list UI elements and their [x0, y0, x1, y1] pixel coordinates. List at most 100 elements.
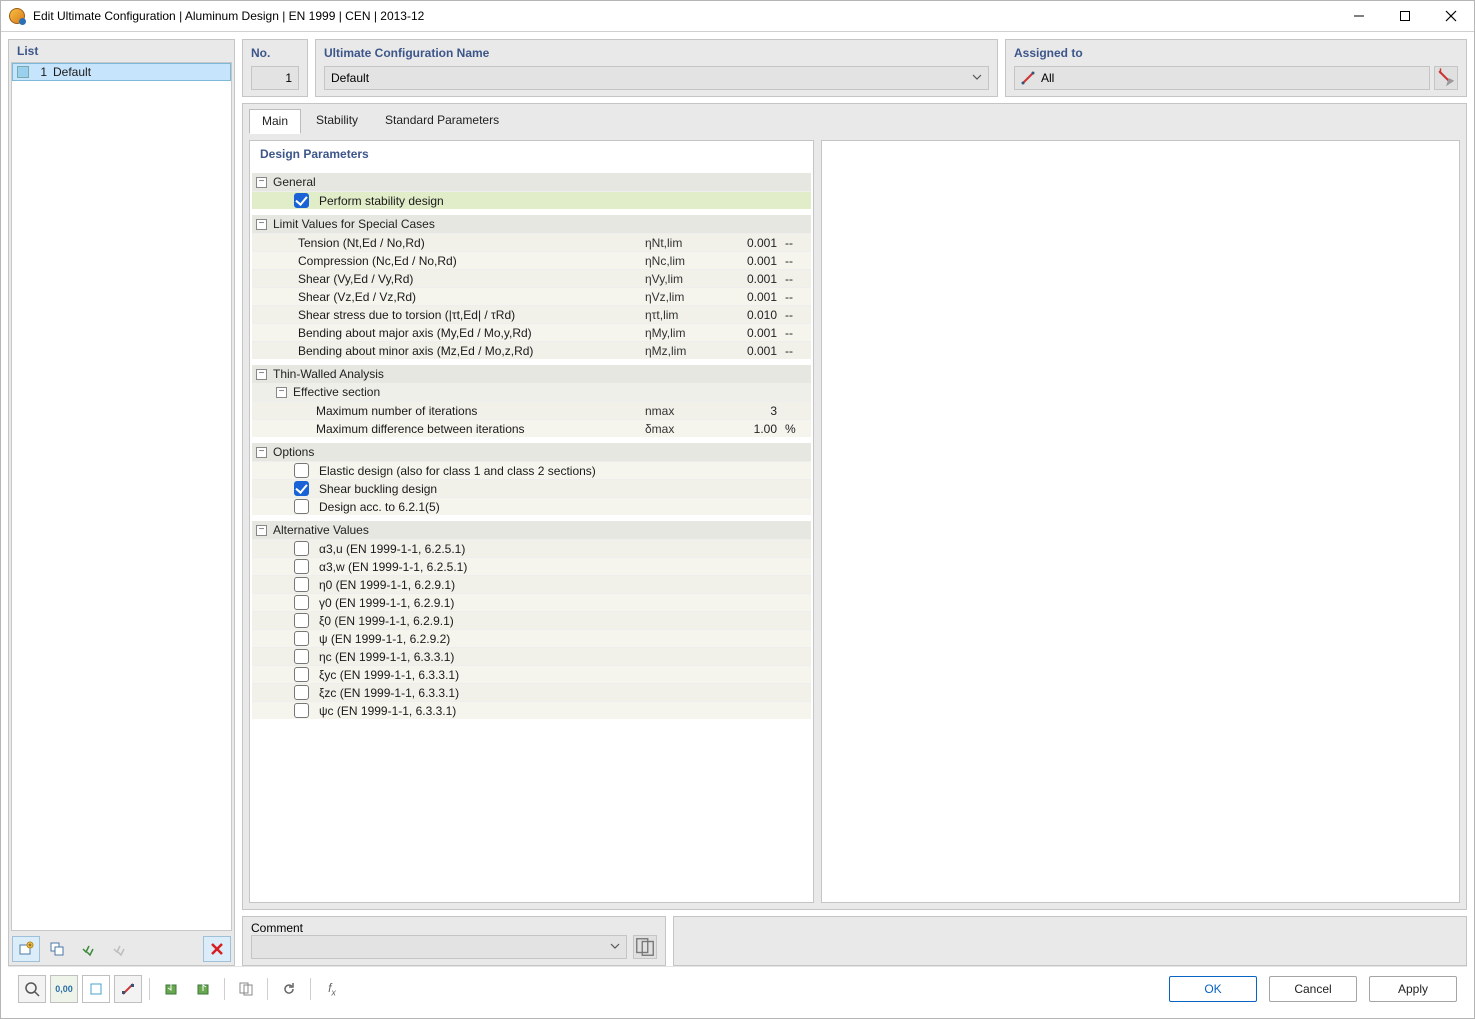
- limit-row[interactable]: Bending about major axis (My,Ed / Mo,y,R…: [252, 323, 811, 341]
- apply-button[interactable]: Apply: [1369, 976, 1457, 1002]
- checkbox-6215[interactable]: [294, 499, 309, 514]
- checkbox-alt[interactable]: [294, 649, 309, 664]
- function-button[interactable]: fx: [318, 975, 346, 1003]
- limit-symbol: ηMz,lim: [645, 344, 721, 358]
- limit-value[interactable]: 0.010: [721, 308, 781, 322]
- uncheck-button[interactable]: [105, 936, 133, 962]
- members-button[interactable]: [114, 975, 142, 1003]
- alt-row[interactable]: γ0 (EN 1999-1-1, 6.2.9.1): [252, 593, 811, 611]
- thin-value[interactable]: 3: [721, 404, 781, 418]
- config-list[interactable]: 1 Default: [11, 62, 232, 931]
- limit-row[interactable]: Tension (Nt,Ed / No,Rd)ηNt,lim0.001--: [252, 233, 811, 251]
- group-options-header[interactable]: − Options: [252, 443, 811, 461]
- limit-label: Shear (Vy,Ed / Vy,Rd): [294, 272, 645, 286]
- group-alt-header[interactable]: − Alternative Values: [252, 521, 811, 539]
- chevron-down-icon: [610, 940, 620, 954]
- limit-value[interactable]: 0.001: [721, 326, 781, 340]
- comment-edit-button[interactable]: [633, 935, 657, 959]
- limit-value[interactable]: 0.001: [721, 290, 781, 304]
- group-general-header[interactable]: − General: [252, 173, 811, 191]
- row-perform-stability[interactable]: Perform stability design: [252, 191, 811, 209]
- alt-row[interactable]: α3,w (EN 1999-1-1, 6.2.5.1): [252, 557, 811, 575]
- checkbox-elastic[interactable]: [294, 463, 309, 478]
- new-item-button[interactable]: [12, 936, 40, 962]
- list-item[interactable]: 1 Default: [12, 63, 231, 81]
- alt-row[interactable]: ψ (EN 1999-1-1, 6.2.9.2): [252, 629, 811, 647]
- alt-row[interactable]: α3,u (EN 1999-1-1, 6.2.5.1): [252, 539, 811, 557]
- row-shear-buckling[interactable]: Shear buckling design: [252, 479, 811, 497]
- comment-select[interactable]: [251, 935, 627, 959]
- group-limits-header[interactable]: − Limit Values for Special Cases: [252, 215, 811, 233]
- collapse-icon[interactable]: −: [256, 369, 267, 380]
- alt-row[interactable]: ψc (EN 1999-1-1, 6.3.3.1): [252, 701, 811, 719]
- info-box: [673, 916, 1467, 966]
- alt-row[interactable]: ξyc (EN 1999-1-1, 6.3.3.1): [252, 665, 811, 683]
- alt-label: ηc (EN 1999-1-1, 6.3.3.1): [315, 650, 645, 664]
- maximize-button[interactable]: [1382, 1, 1428, 31]
- import-button[interactable]: [157, 975, 185, 1003]
- tab-stability[interactable]: Stability: [304, 109, 370, 134]
- export-button[interactable]: [189, 975, 217, 1003]
- collapse-icon[interactable]: −: [276, 387, 287, 398]
- close-button[interactable]: [1428, 1, 1474, 31]
- limit-value[interactable]: 0.001: [721, 236, 781, 250]
- checkbox-alt[interactable]: [294, 613, 309, 628]
- reset-button[interactable]: [275, 975, 303, 1003]
- assigned-field[interactable]: All: [1014, 66, 1430, 90]
- checkbox-alt[interactable]: [294, 667, 309, 682]
- list-toolbar: [9, 933, 234, 965]
- row-design-6-2-1-5[interactable]: Design acc. to 6.2.1(5): [252, 497, 811, 515]
- checkbox-shear-buckling[interactable]: [294, 481, 309, 496]
- alt-row[interactable]: ηc (EN 1999-1-1, 6.3.3.1): [252, 647, 811, 665]
- alt-row[interactable]: η0 (EN 1999-1-1, 6.2.9.1): [252, 575, 811, 593]
- units-button[interactable]: 0,00: [50, 975, 78, 1003]
- alt-label: α3,u (EN 1999-1-1, 6.2.5.1): [315, 542, 645, 556]
- alt-row[interactable]: ξ0 (EN 1999-1-1, 6.2.9.1): [252, 611, 811, 629]
- limit-value[interactable]: 0.001: [721, 272, 781, 286]
- ok-button[interactable]: OK: [1169, 976, 1257, 1002]
- limit-row[interactable]: Shear (Vz,Ed / Vz,Rd)ηVz,lim0.001--: [252, 287, 811, 305]
- minimize-button[interactable]: [1336, 1, 1382, 31]
- collapse-icon[interactable]: −: [256, 525, 267, 536]
- thin-row[interactable]: Maximum difference between iterationsδma…: [252, 419, 811, 437]
- limit-row[interactable]: Shear (Vy,Ed / Vy,Rd)ηVy,lim0.001--: [252, 269, 811, 287]
- checkbox-alt[interactable]: [294, 541, 309, 556]
- members-icon: [1021, 71, 1035, 85]
- checkbox-alt[interactable]: [294, 703, 309, 718]
- alt-row[interactable]: ξzc (EN 1999-1-1, 6.3.3.1): [252, 683, 811, 701]
- tab-standard-parameters[interactable]: Standard Parameters: [373, 109, 511, 134]
- thin-row[interactable]: Maximum number of iterationsnmax3: [252, 401, 811, 419]
- delete-item-button[interactable]: [203, 936, 231, 962]
- no-box: No.: [242, 39, 308, 97]
- pick-members-button[interactable]: [1434, 66, 1458, 90]
- checkbox-alt[interactable]: [294, 631, 309, 646]
- checkbox-alt[interactable]: [294, 559, 309, 574]
- copy-item-button[interactable]: [43, 936, 71, 962]
- no-input[interactable]: [251, 66, 299, 90]
- tab-main[interactable]: Main: [249, 109, 301, 134]
- collapse-icon[interactable]: −: [256, 447, 267, 458]
- thin-value[interactable]: 1.00: [721, 422, 781, 436]
- limit-row[interactable]: Shear stress due to torsion (|τt,Ed| / τ…: [252, 305, 811, 323]
- copy-settings-button[interactable]: [232, 975, 260, 1003]
- checkbox-alt[interactable]: [294, 685, 309, 700]
- limit-value[interactable]: 0.001: [721, 254, 781, 268]
- limit-row[interactable]: Bending about minor axis (Mz,Ed / Mo,z,R…: [252, 341, 811, 359]
- view-button[interactable]: [82, 975, 110, 1003]
- checkbox-alt[interactable]: [294, 595, 309, 610]
- cancel-button[interactable]: Cancel: [1269, 976, 1357, 1002]
- check-button[interactable]: [74, 936, 102, 962]
- subgroup-effective-section[interactable]: − Effective section: [252, 383, 811, 401]
- collapse-icon[interactable]: −: [256, 219, 267, 230]
- limit-value[interactable]: 0.001: [721, 344, 781, 358]
- help-button[interactable]: [18, 975, 46, 1003]
- list-header: List: [9, 40, 234, 62]
- collapse-icon[interactable]: −: [256, 177, 267, 188]
- checkbox-alt[interactable]: [294, 577, 309, 592]
- checkbox-perform-stability[interactable]: [294, 193, 309, 208]
- limit-row[interactable]: Compression (Nc,Ed / No,Rd)ηNc,lim0.001-…: [252, 251, 811, 269]
- alt-label: ψc (EN 1999-1-1, 6.3.3.1): [315, 704, 645, 718]
- row-elastic-design[interactable]: Elastic design (also for class 1 and cla…: [252, 461, 811, 479]
- name-select[interactable]: Default: [324, 66, 989, 90]
- group-thin-header[interactable]: − Thin-Walled Analysis: [252, 365, 811, 383]
